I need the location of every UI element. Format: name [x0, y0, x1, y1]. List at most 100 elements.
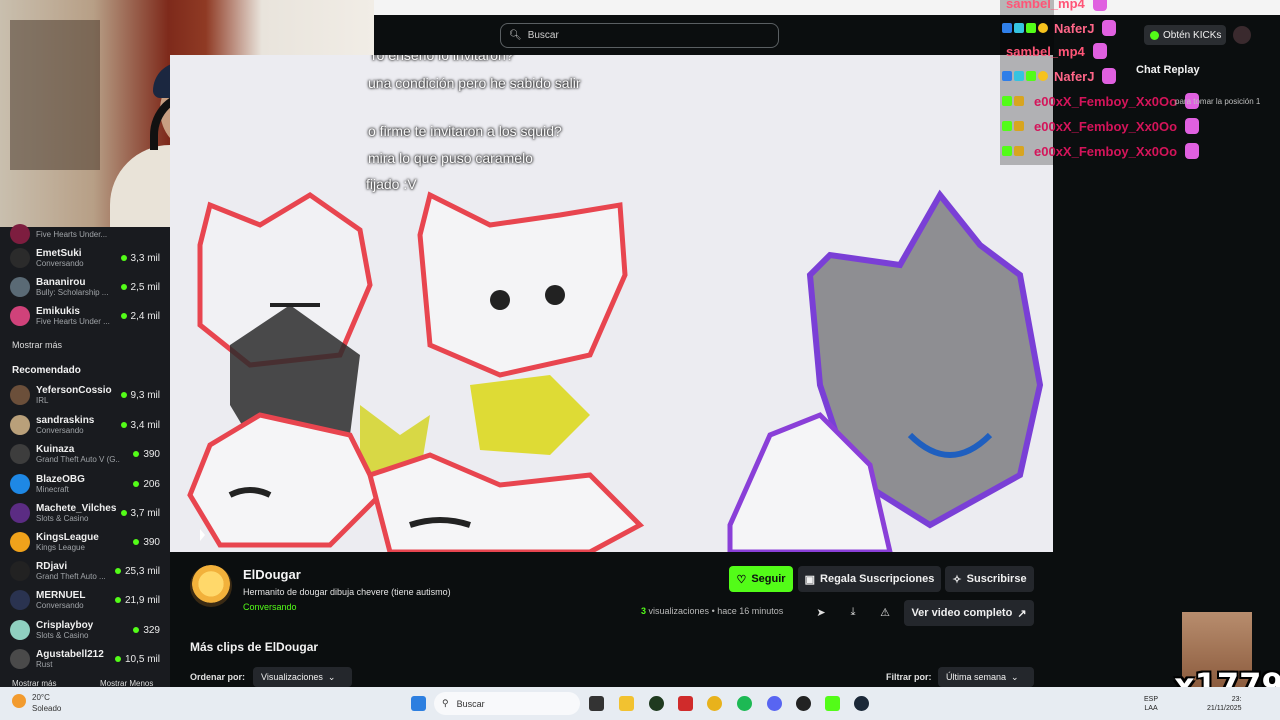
viewer-count: 3,7 mil: [120, 508, 160, 519]
overlay-message: mira lo que puso caramelo: [368, 150, 533, 166]
full-video-button[interactable]: Ver video completo ↗: [904, 600, 1034, 626]
weather-sun-icon: [12, 694, 26, 708]
follow-button[interactable]: ♡ Seguir: [729, 566, 793, 592]
viewer-count: 3,3 mil: [120, 253, 160, 264]
channel-name: EmetSuki: [36, 248, 82, 259]
sidebar-channel[interactable]: Crisplayboy Slots & Casino 329: [10, 617, 160, 643]
sidebar-channel[interactable]: Emikukis Five Hearts Under ... 2,4 mil: [10, 303, 160, 329]
sidebar-channel[interactable]: KingsLeague Kings League 390: [10, 529, 160, 555]
chat-line: NaferJ: [1002, 65, 1117, 87]
badge-icon: [1026, 23, 1036, 33]
overlay-message: fijado :V: [366, 176, 417, 192]
emote-icon: [1185, 143, 1200, 159]
search-input[interactable]: [527, 30, 768, 41]
live-dot-icon: [114, 597, 121, 603]
chat-username: sambel_mp4: [1006, 43, 1085, 59]
weather-widget[interactable]: 20°C Soleado: [12, 692, 61, 714]
sidebar-channel[interactable]: Machete_Vilches Slots & Casino 3,7 mil: [10, 500, 160, 526]
share-icon[interactable]: ➤: [812, 603, 830, 621]
sidebar-channel[interactable]: MERNUEL Conversando 21,9 mil: [10, 587, 160, 613]
subscribe-button[interactable]: ✧ Suscribirse: [945, 566, 1034, 592]
chrome-icon[interactable]: [707, 696, 722, 711]
badge-icon: [1002, 71, 1012, 81]
emote-icon: [1102, 68, 1117, 84]
subscribe-label: Suscribirse: [966, 573, 1027, 585]
xbox-icon[interactable]: [649, 696, 664, 711]
sort-dropdown[interactable]: Visualizaciones ⌄: [253, 667, 352, 687]
recommended-heading: Recomendado: [12, 365, 81, 376]
badge-icon: [1002, 23, 1012, 33]
get-kicks-label: Obtén KICKs: [1163, 29, 1222, 41]
get-kicks-button[interactable]: Obtén KICKs: [1144, 25, 1226, 45]
obs-icon[interactable]: [796, 696, 811, 711]
user-avatar[interactable]: [1233, 26, 1251, 44]
discord-icon[interactable]: [767, 696, 782, 711]
chat-line: e00xX_Femboy_Xx0Oo: [1002, 115, 1200, 137]
star-icon: ✧: [952, 573, 962, 586]
channel-category: IRL: [36, 396, 49, 405]
filter-dropdown[interactable]: Última semana ⌄: [938, 667, 1034, 687]
kick-app-icon[interactable]: [825, 696, 840, 711]
emote-icon: [1102, 20, 1117, 36]
chat-replay-title: Chat Replay: [1136, 64, 1200, 76]
badge-icon: [1014, 121, 1024, 131]
channel-name: BlazeOBG: [36, 474, 85, 485]
sidebar-channel[interactable]: Kuinaza Grand Theft Auto V (G... 390: [10, 441, 160, 467]
chat-line: e00xX_Femboy_Xx0Oo: [1002, 140, 1200, 162]
badge-icon: [1002, 96, 1012, 106]
badge-icon: [1038, 23, 1048, 33]
channel-category: Conversando: [36, 426, 84, 435]
show-more-link[interactable]: Mostrar más: [12, 340, 62, 350]
overlay-message: una condición pero he sabido salir: [368, 75, 581, 91]
language-indicator[interactable]: ESP LAA: [1144, 695, 1158, 713]
channel-name: MERNUEL: [36, 590, 86, 601]
report-icon[interactable]: ⚠: [876, 603, 894, 621]
channel-avatar[interactable]: [190, 565, 232, 607]
kicks-icon: [1150, 30, 1159, 40]
file-explorer-icon[interactable]: [619, 696, 634, 711]
heart-icon: ♡: [736, 573, 747, 586]
download-icon[interactable]: ⤓: [844, 603, 862, 621]
live-dot-icon: [120, 284, 127, 290]
clock-time: 23:: [1231, 696, 1242, 703]
sidebar-channel[interactable]: YefersonCossio IRL 9,3 mil: [10, 382, 160, 408]
app-red-icon[interactable]: [678, 696, 693, 711]
chat-username: e00xX_Femboy_Xx0Oo: [1034, 118, 1178, 134]
chat-username: e00xX_Femboy_Xx0Oo: [1034, 93, 1178, 109]
filter-value: Última semana: [946, 672, 1007, 682]
badge-icon: [1014, 146, 1024, 156]
live-dot-icon: [133, 539, 140, 545]
live-dot-icon: [114, 568, 121, 574]
stream-category[interactable]: Conversando: [243, 602, 297, 612]
mouse-cursor-icon: [200, 529, 205, 541]
gift-subs-button[interactable]: ▣ Regala Suscripciones: [798, 566, 941, 592]
windows-taskbar: 20°C Soleado ⚲ Buscar ESP LAA 23: 21/11/…: [0, 687, 1280, 720]
video-player[interactable]: ro enserio lo invitaron? una condición p…: [170, 55, 1053, 552]
avatar: [10, 277, 30, 297]
sidebar-channel[interactable]: Agustabell212 Rust 10,5 mil: [10, 646, 160, 672]
emote-icon: [1092, 0, 1107, 11]
channel-category: Conversando: [36, 601, 84, 610]
screen: 🔍︎ Five Hearts Under... EmetSukiConversa…: [0, 0, 1280, 720]
sidebar-channel[interactable]: Bananirou Bully: Scholarship ... 2,5 mil: [10, 274, 160, 300]
spotify-icon[interactable]: [737, 696, 752, 711]
sidebar-channel[interactable]: RDjavi Grand Theft Auto ... 25,3 mil: [10, 558, 160, 584]
system-clock[interactable]: 23: 21/11/2025: [1207, 695, 1242, 713]
search-bar[interactable]: 🔍︎: [500, 23, 779, 48]
chat-username: sambel_mp4: [1006, 0, 1085, 11]
streamer-name[interactable]: ElDougar: [243, 567, 301, 582]
avatar: [10, 306, 30, 326]
sidebar-channel[interactable]: sandraskins Conversando 3,4 mil: [10, 412, 160, 438]
gift-icon: ▣: [804, 573, 816, 586]
viewer-count: 2,5 mil: [120, 282, 160, 293]
sort-value: Visualizaciones: [261, 672, 323, 682]
search-icon: 🔍︎: [509, 30, 522, 41]
viewer-count: 9,3 mil: [120, 390, 160, 401]
task-view-icon[interactable]: [589, 696, 604, 711]
steam-icon[interactable]: [854, 696, 869, 711]
taskbar-search[interactable]: ⚲ Buscar: [434, 692, 580, 715]
windows-start-icon[interactable]: [411, 696, 426, 711]
sidebar-channel[interactable]: BlazeOBG Minecraft 206: [10, 471, 160, 497]
sidebar-channel[interactable]: EmetSuki Conversando 3,3 mil: [10, 245, 160, 271]
sidebar-channel[interactable]: Five Hearts Under...: [10, 221, 160, 247]
